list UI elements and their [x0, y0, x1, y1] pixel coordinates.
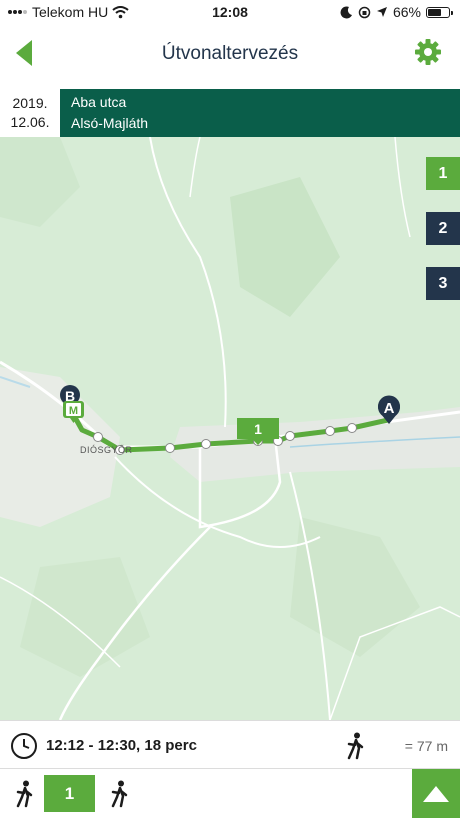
stop-marker[interactable] — [325, 426, 335, 436]
route-places[interactable]: Aba utca Alsó-Majláth — [60, 89, 460, 137]
trip-summary[interactable]: 12:12 - 12:30, 18 perc = 77 m — [0, 720, 460, 769]
orientation-lock-icon — [358, 6, 371, 18]
route-date[interactable]: 2019. 12.06. — [0, 89, 60, 137]
place-label: DIÓSGYŐR — [80, 445, 133, 455]
route-info-bar[interactable]: 2019. 12.06. Aba utca Alsó-Majláth — [0, 89, 460, 137]
stop-marker[interactable] — [347, 423, 357, 433]
forest-area — [290, 517, 420, 657]
triangle-up-icon — [423, 785, 449, 802]
itinerary-button-1[interactable]: 1 — [426, 157, 460, 190]
map-canvas: DIÓSGYŐR 1 A B M — [0, 137, 460, 720]
expand-button[interactable] — [412, 769, 460, 818]
clock-icon — [11, 733, 37, 759]
forest-area — [0, 137, 80, 227]
battery-icon — [426, 6, 453, 18]
status-bar: Telekom HU 12:08 66% — [0, 0, 460, 26]
battery-fill — [428, 8, 441, 16]
route-number-text: 1 — [254, 421, 262, 437]
map-view[interactable]: DIÓSGYŐR 1 A B M 1 2 3 — [0, 137, 460, 720]
location-arrow-icon — [376, 7, 387, 17]
page-title: Útvonaltervezés — [161, 43, 299, 64]
stop-marker[interactable] — [93, 432, 103, 442]
route-to: Alsó-Majláth — [71, 115, 149, 131]
walk-distance: = 77 m — [404, 738, 448, 754]
trip-time: 12:12 - 12:30, 18 perc — [46, 737, 197, 754]
walk-icon[interactable] — [109, 780, 131, 808]
metro-marker-label: M — [69, 405, 78, 417]
forest-area — [230, 177, 340, 317]
gear-icon[interactable] — [414, 38, 442, 66]
app-header: Útvonaltervezés — [0, 26, 460, 88]
walk-icon[interactable] — [14, 780, 36, 808]
start-marker-label: A — [384, 400, 395, 417]
bus-leg-button[interactable]: 1 — [44, 775, 95, 812]
road — [394, 137, 411, 238]
itinerary-button-2[interactable]: 2 — [426, 212, 460, 245]
road — [149, 137, 227, 428]
battery-percent: 66% — [392, 4, 421, 20]
moon-icon — [340, 5, 352, 18]
route-from: Aba utca — [71, 94, 127, 110]
itinerary-button-3[interactable]: 3 — [426, 267, 460, 300]
route-date-year: 2019. — [12, 95, 48, 111]
route-date-day: 12.06. — [10, 114, 50, 130]
status-right: 66% — [340, 4, 453, 20]
stop-marker[interactable] — [165, 443, 175, 453]
trip-legs: 1 — [0, 769, 460, 818]
road — [189, 137, 201, 198]
stop-marker[interactable] — [201, 439, 211, 449]
walk-icon — [347, 732, 364, 760]
stop-marker[interactable] — [285, 431, 295, 441]
